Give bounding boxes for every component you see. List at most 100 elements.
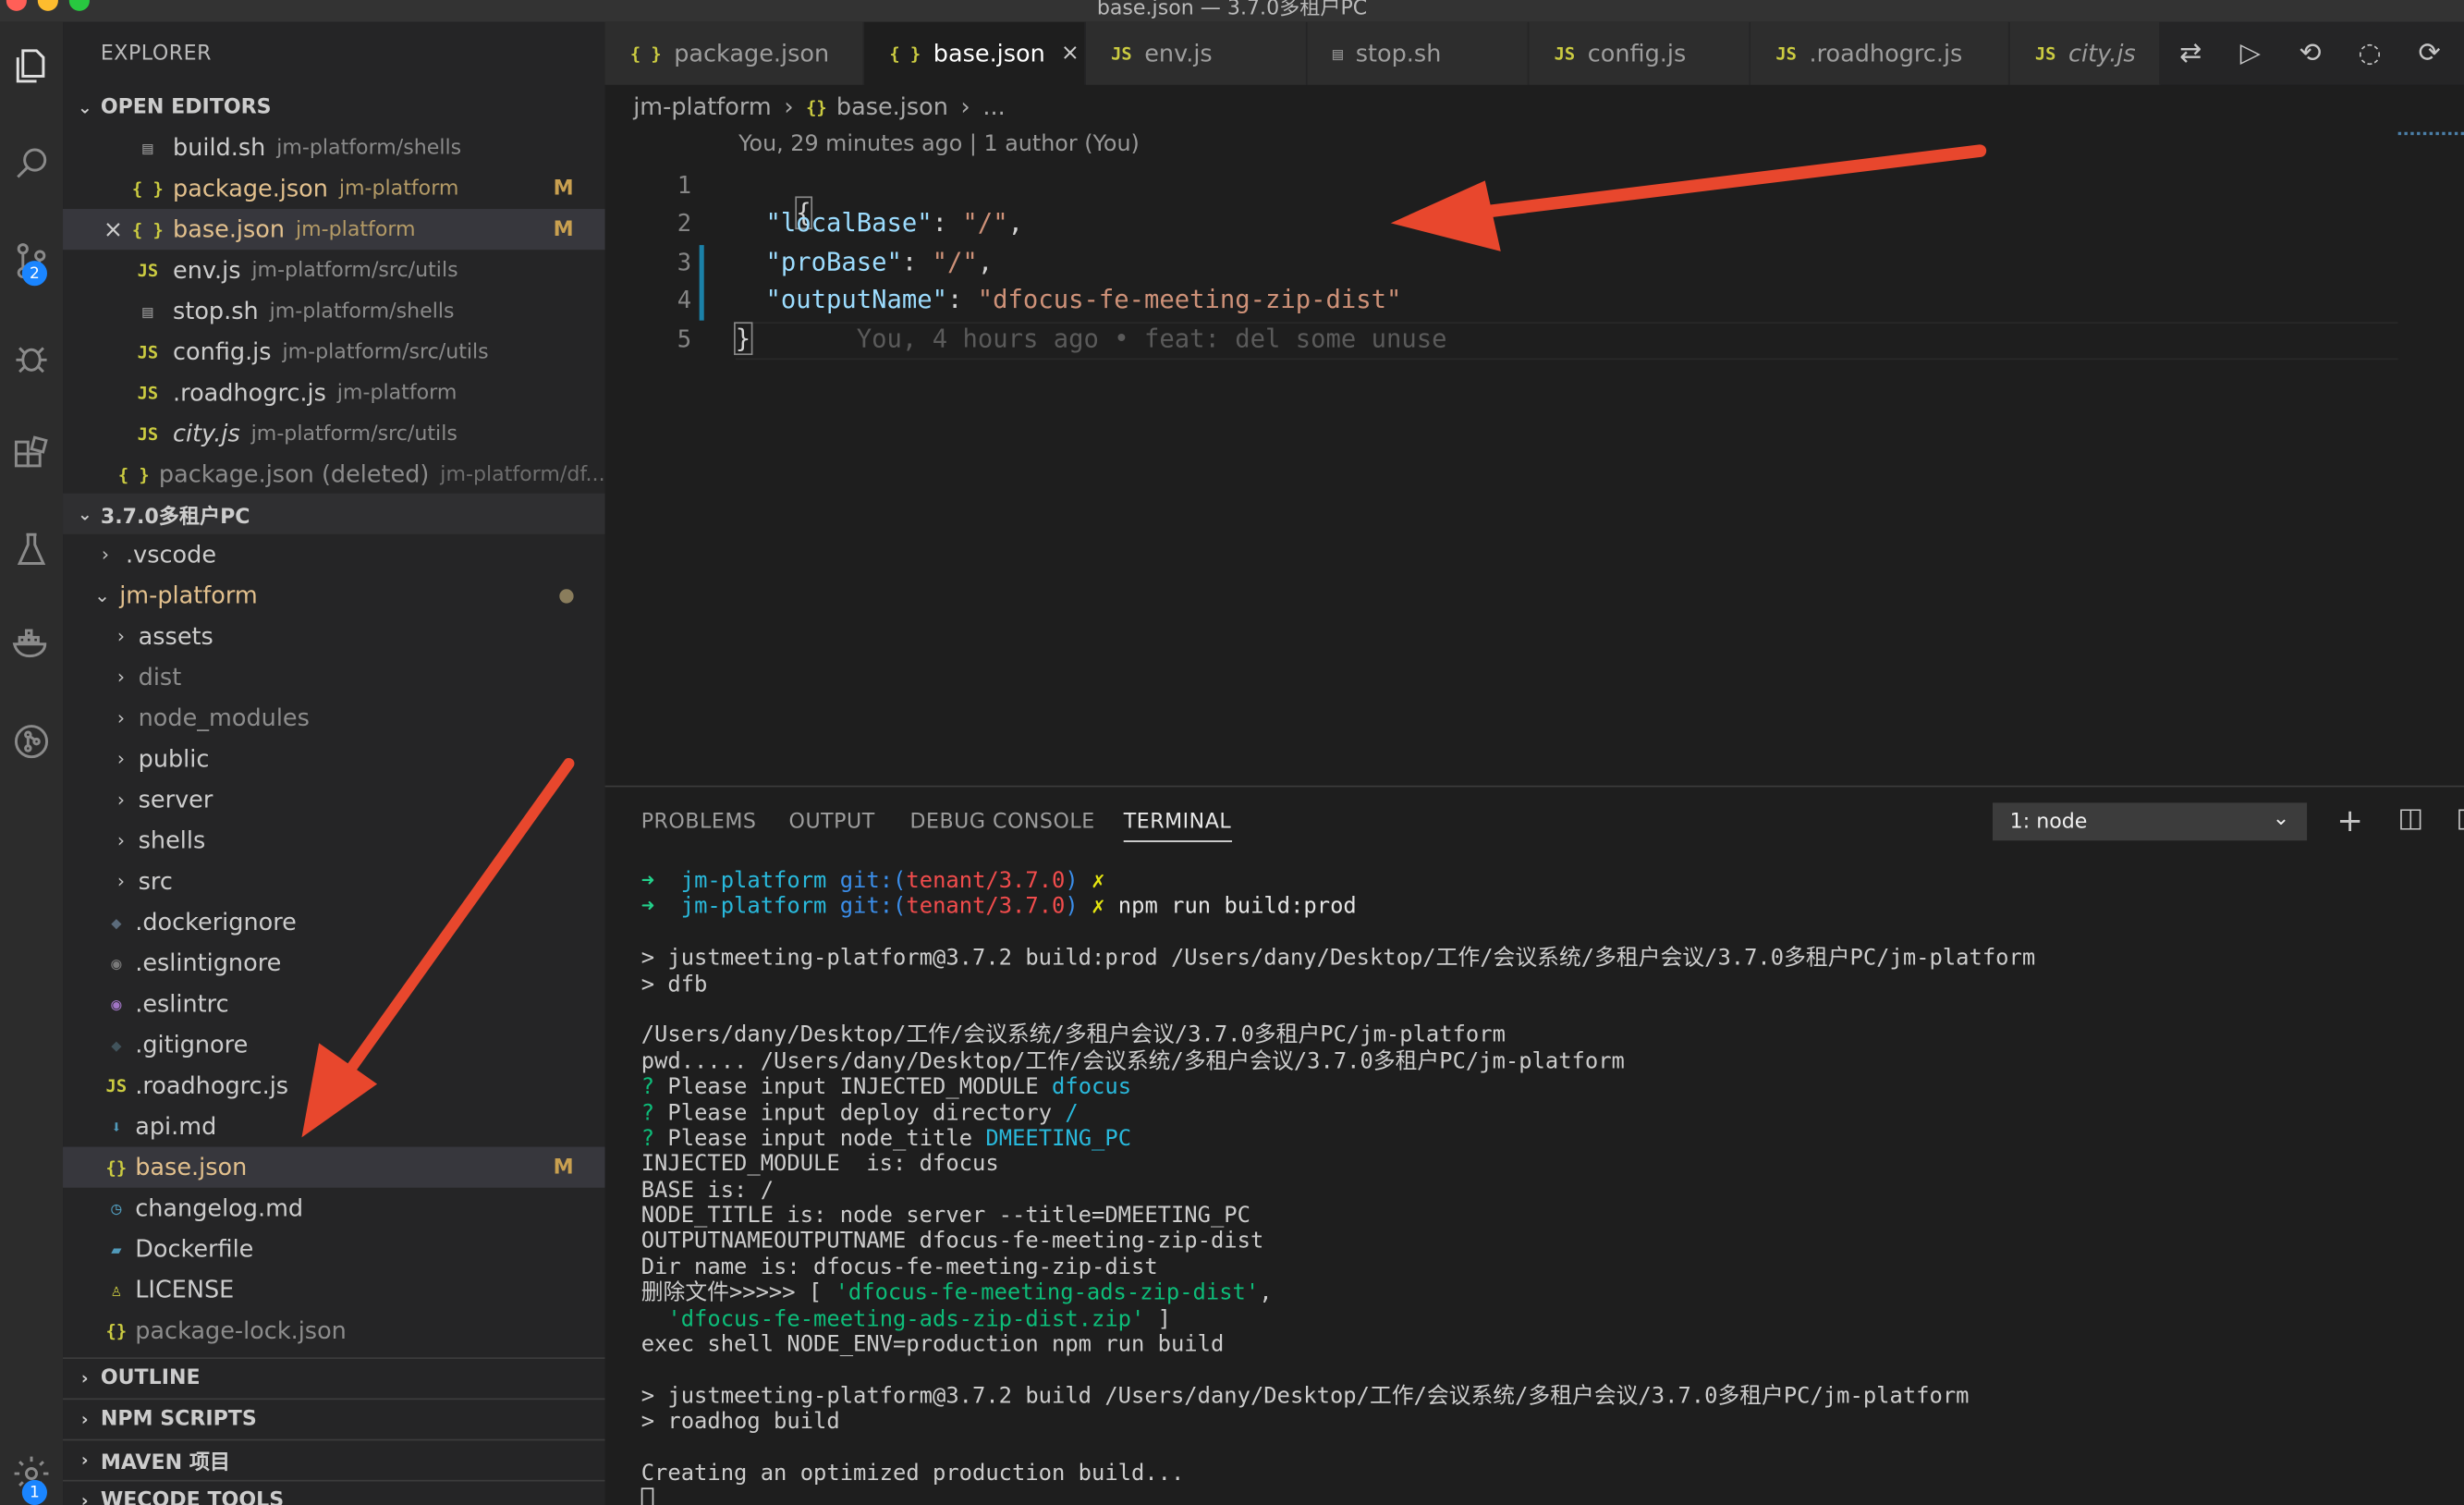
manage-gear-icon[interactable]: 1 xyxy=(0,1442,63,1505)
new-terminal-icon[interactable]: + xyxy=(2336,801,2363,839)
open-editor-item[interactable]: JS env.js jm-platform/src/utils xyxy=(63,250,605,290)
debug-icon[interactable] xyxy=(0,326,63,389)
chevron-right-icon: › xyxy=(960,92,970,121)
brace-close: } xyxy=(734,322,752,356)
clock-file-icon: ◷ xyxy=(111,1197,122,1218)
json-file-icon: { } xyxy=(629,43,662,64)
explorer-icon[interactable] xyxy=(0,34,63,97)
open-editor-item[interactable]: JS config.js jm-platform/src/utils xyxy=(63,332,605,373)
breadcrumb-file[interactable]: base.json xyxy=(836,92,948,121)
breadcrumb-folder[interactable]: jm-platform xyxy=(633,92,772,121)
open-editor-item[interactable]: JS .roadhogrc.js jm-platform xyxy=(63,373,605,413)
tab-label: package.json xyxy=(674,39,830,68)
tree-item-label: .eslintrc xyxy=(135,989,229,1019)
tree-file[interactable]: ♙ LICENSE xyxy=(63,1269,605,1310)
tab-problems[interactable]: PROBLEMS xyxy=(641,811,757,834)
git-codelens[interactable]: You, 29 minutes ago | 1 author (You) xyxy=(738,132,1140,157)
open-editor-item[interactable]: ▤ stop.sh jm-platform/shells xyxy=(63,290,605,331)
git-modified-bar xyxy=(699,245,704,321)
tree-file-selected[interactable]: {} base.json M xyxy=(63,1146,605,1188)
terminal-select[interactable]: 1: node ⌄ xyxy=(1992,802,2308,841)
tab-config-js[interactable]: JS config.js xyxy=(1529,21,1751,85)
tree-file[interactable]: {} package-lock.json xyxy=(63,1310,605,1351)
go-forward-icon[interactable]: ⟳ xyxy=(2399,38,2459,69)
tree-folder[interactable]: › server xyxy=(63,779,605,820)
npm-scripts-section[interactable]: › NPM SCRIPTS xyxy=(63,1398,605,1438)
wecode-tools-section[interactable]: › WECODE TOOLS xyxy=(63,1479,605,1505)
tab-roadhogrc-js[interactable]: JS .roadhogrc.js xyxy=(1750,21,2010,85)
tree-folder[interactable]: ⌄ jm-platform xyxy=(63,575,605,616)
tab-stop-sh[interactable]: ▤ stop.sh xyxy=(1307,21,1530,85)
outline-section[interactable]: › OUTLINE xyxy=(63,1357,605,1398)
prompt-dir: jm-platform xyxy=(680,894,827,920)
open-editor-item[interactable]: ▤ build.sh jm-platform/shells xyxy=(63,128,605,168)
open-editor-dir: jm-platform xyxy=(296,217,416,241)
code-line[interactable]: "outputName": "dfocus-fe-meeting-zip-dis… xyxy=(736,285,1401,314)
compare-changes-icon[interactable]: ⇄ xyxy=(2161,38,2221,69)
code-line[interactable]: "proBase": "/", xyxy=(736,247,993,276)
tree-folder[interactable]: › dist xyxy=(63,656,605,697)
close-icon[interactable]: × xyxy=(94,215,132,244)
git-graph-icon[interactable] xyxy=(0,710,63,773)
open-editor-item-active[interactable]: × { } base.json jm-platform M xyxy=(63,209,605,251)
shell-file-icon: ▤ xyxy=(1332,43,1344,64)
section-label: NPM SCRIPTS xyxy=(100,1407,257,1432)
tab-debug-console[interactable]: DEBUG CONSOLE xyxy=(909,811,1094,834)
previous-change-icon[interactable]: ◌ xyxy=(2340,38,2400,69)
terminal-cursor xyxy=(640,1487,654,1505)
open-editor-item[interactable]: { } package.json jm-platform M xyxy=(63,168,605,209)
tab-city-js[interactable]: JS city.js xyxy=(2009,21,2161,85)
tab-package-json[interactable]: { } package.json xyxy=(604,21,865,85)
tree-file[interactable]: ⬇ api.md xyxy=(63,1106,605,1146)
workspace-header[interactable]: ⌄ 3.7.0多租户PC xyxy=(63,493,605,534)
tree-item-label: .roadhogrc.js xyxy=(135,1071,289,1100)
tree-folder[interactable]: › assets xyxy=(63,616,605,656)
js-file-icon: JS xyxy=(1554,43,1576,64)
js-file-icon: JS xyxy=(1775,43,1797,64)
tree-folder[interactable]: › src xyxy=(63,861,605,901)
tree-file[interactable]: ◷ changelog.md xyxy=(63,1188,605,1229)
tree-folder[interactable]: › public xyxy=(63,739,605,779)
tree-file[interactable]: ◆ .dockerignore xyxy=(63,901,605,942)
code-line[interactable]: } You, 4 hours ago • feat: del some unus… xyxy=(734,322,1447,356)
tree-file[interactable]: JS .roadhogrc.js xyxy=(63,1065,605,1106)
open-editor-item[interactable]: JS city.js jm-platform/src/utils xyxy=(63,413,605,454)
tree-file[interactable]: ◉ .eslintrc xyxy=(63,984,605,1024)
json-key: "proBase" xyxy=(765,246,902,277)
open-editor-dir: jm-platform/shells xyxy=(276,135,462,160)
breadcrumb-more[interactable]: ... xyxy=(982,92,1005,121)
minimap[interactable] xyxy=(2397,131,2464,141)
tree-folder[interactable]: › .vscode xyxy=(63,534,605,575)
tree-folder[interactable]: › node_modules xyxy=(63,698,605,739)
kill-terminal-icon[interactable]: ▯ xyxy=(2457,802,2464,834)
tab-terminal[interactable]: TERMINAL xyxy=(1123,811,1232,842)
tree-file[interactable]: ◉ .eslintignore xyxy=(63,943,605,984)
line-number: 1 xyxy=(677,171,692,200)
go-back-icon[interactable]: ⟲ xyxy=(2280,38,2340,69)
terminal-output[interactable]: ➜ jm-platform git:(tenant/3.7.0) ✗ ➜ jm-… xyxy=(640,869,2035,1505)
open-editor-name: package.json xyxy=(173,174,328,203)
code-line[interactable]: "localBase": "/", xyxy=(736,207,1022,237)
close-icon[interactable]: × xyxy=(1061,41,1080,66)
split-terminal-icon[interactable]: ◫ xyxy=(2398,802,2423,834)
source-control-icon[interactable]: 2 xyxy=(0,229,63,292)
open-editor-item[interactable]: { } package.json (deleted) jm-platform/d… xyxy=(63,454,605,495)
run-icon[interactable]: ▷ xyxy=(2221,38,2281,69)
testing-flask-icon[interactable] xyxy=(0,519,63,581)
json-file-icon: {} xyxy=(105,1320,128,1341)
tree-file[interactable]: ◆ .gitignore xyxy=(63,1024,605,1065)
tab-label: city.js xyxy=(2068,39,2136,68)
open-editor-name: env.js xyxy=(173,256,241,285)
extensions-icon[interactable] xyxy=(0,424,63,487)
tree-file[interactable]: ▰ Dockerfile xyxy=(63,1229,605,1269)
tree-item-label: server xyxy=(138,785,213,814)
tab-env-js[interactable]: JS env.js xyxy=(1085,21,1308,85)
tab-output[interactable]: OUTPUT xyxy=(789,811,875,834)
search-icon[interactable] xyxy=(0,132,63,195)
tab-base-json[interactable]: { } base.json × xyxy=(864,21,1086,85)
tree-folder[interactable]: › shells xyxy=(63,820,605,861)
docker-icon[interactable] xyxy=(0,613,63,676)
open-editors-header[interactable]: ⌄ OPEN EDITORS xyxy=(63,86,605,127)
maven-section[interactable]: › MAVEN 项目 xyxy=(63,1438,605,1480)
open-editor-name: package.json (deleted) xyxy=(158,459,430,489)
